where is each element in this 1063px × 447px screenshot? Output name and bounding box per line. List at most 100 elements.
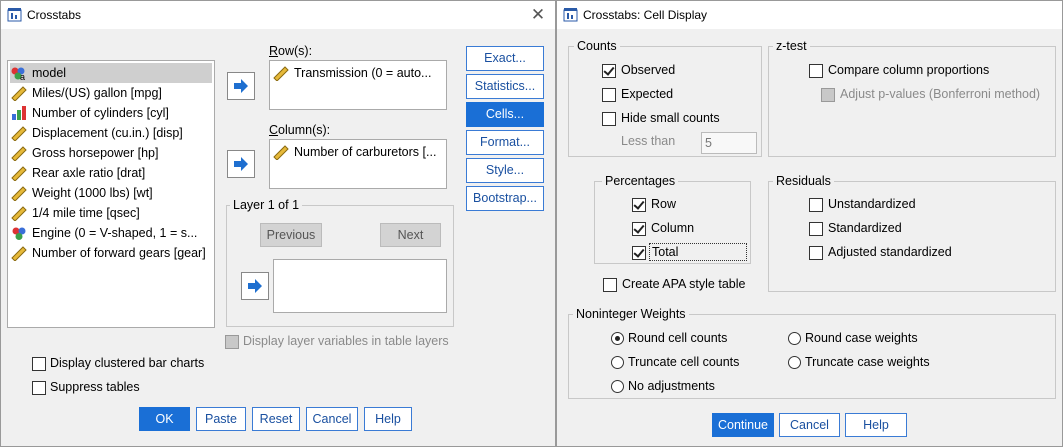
- scale-ruler-icon: [11, 166, 27, 181]
- display-layer-checkbox[interactable]: [225, 335, 239, 349]
- list-item[interactable]: Transmission (0 = auto...: [272, 63, 444, 83]
- adjusted-standardized-checkbox[interactable]: [809, 246, 823, 260]
- residuals-label: Residuals: [773, 174, 834, 188]
- suppress-tables-checkbox[interactable]: [32, 381, 46, 395]
- ztest-label: z-test: [773, 39, 810, 53]
- move-to-rows-button[interactable]: [227, 72, 255, 100]
- format-button[interactable]: Format...: [466, 130, 544, 155]
- scale-ruler-icon: [273, 66, 289, 81]
- bootstrap-button[interactable]: Bootstrap...: [466, 186, 544, 211]
- variable-list[interactable]: a model Miles/(US) gallon [mpg] Number of c…: [7, 60, 215, 328]
- next-button[interactable]: Next: [380, 223, 441, 247]
- style-button[interactable]: Style...: [466, 158, 544, 183]
- variable-item[interactable]: 1/4 mile time [qsec]: [10, 203, 212, 223]
- row-label: Row: [651, 197, 677, 211]
- layer-label: Layer 1 of 1: [230, 198, 303, 212]
- adjust-pvalues-checkbox[interactable]: [821, 88, 835, 102]
- cell-display-title: Crosstabs: Cell Display: [583, 8, 708, 22]
- standardized-label: Standardized: [828, 221, 902, 235]
- columns-list[interactable]: Number of carburetors [...: [269, 139, 447, 189]
- scale-ruler-icon: [11, 126, 27, 141]
- truncate-case-weights-radio[interactable]: [788, 356, 801, 369]
- truncate-case-weights-label: Truncate case weights: [805, 355, 930, 369]
- crosstabs-title: Crosstabs: [27, 8, 82, 22]
- variable-item-label: model: [32, 66, 67, 80]
- crosstabs-dialog: Crosstabs ✕ a model Miles/(US) gallon [mpg…: [0, 0, 556, 447]
- rows-value: Transmission (0 = auto...: [294, 66, 432, 80]
- less-than-label: Less than: [621, 134, 676, 148]
- variable-item[interactable]: Number of forward gears [gear]: [10, 243, 212, 263]
- arrow-right-icon: [234, 157, 248, 171]
- cancel-button[interactable]: Cancel: [779, 413, 840, 437]
- adjusted-standardized-label: Adjusted standardized: [828, 245, 952, 259]
- apa-style-label: Create APA style table: [622, 277, 746, 291]
- variable-item-label: Number of cylinders [cyl]: [32, 106, 169, 120]
- standardized-checkbox[interactable]: [809, 222, 823, 236]
- scale-ruler-icon: [273, 145, 289, 160]
- rows-list[interactable]: Transmission (0 = auto...: [269, 60, 447, 110]
- continue-button[interactable]: Continue: [712, 413, 774, 437]
- percentages-label: Percentages: [602, 174, 679, 188]
- variable-item-label: Miles/(US) gallon [mpg]: [32, 86, 162, 100]
- column-checkbox[interactable]: [632, 222, 646, 236]
- spss-app-icon: [7, 8, 22, 22]
- display-clustered-checkbox[interactable]: [32, 357, 46, 371]
- variable-item-label: 1/4 mile time [qsec]: [32, 206, 140, 220]
- reset-button[interactable]: Reset: [252, 407, 300, 431]
- paste-button[interactable]: Paste: [196, 407, 246, 431]
- help-button[interactable]: Help: [364, 407, 412, 431]
- expected-label: Expected: [621, 87, 674, 101]
- scale-ruler-icon: [11, 86, 27, 101]
- row-checkbox[interactable]: [632, 198, 646, 212]
- ok-button[interactable]: OK: [139, 407, 190, 431]
- variable-item[interactable]: Engine (0 = V-shaped, 1 = s...: [10, 223, 212, 243]
- scale-ruler-icon: [11, 146, 27, 161]
- apa-style-checkbox[interactable]: [603, 278, 617, 292]
- previous-button[interactable]: Previous: [260, 223, 322, 247]
- layer-list[interactable]: [273, 259, 447, 313]
- no-adjustments-label: No adjustments: [628, 379, 715, 393]
- total-checkbox[interactable]: [632, 246, 646, 260]
- expected-checkbox[interactable]: [602, 88, 616, 102]
- variable-item[interactable]: Rear axle ratio [drat]: [10, 163, 212, 183]
- unstandardized-checkbox[interactable]: [809, 198, 823, 212]
- variable-item[interactable]: a model: [10, 63, 212, 83]
- variable-item[interactable]: Displacement (cu.in.) [disp]: [10, 123, 212, 143]
- compare-proportions-checkbox[interactable]: [809, 64, 823, 78]
- statistics-button[interactable]: Statistics...: [466, 74, 544, 99]
- variable-item[interactable]: Number of cylinders [cyl]: [10, 103, 212, 123]
- variable-item[interactable]: Weight (1000 lbs) [wt]: [10, 183, 212, 203]
- counts-label: Counts: [574, 39, 620, 53]
- round-cell-counts-radio[interactable]: [611, 332, 624, 345]
- round-case-weights-radio[interactable]: [788, 332, 801, 345]
- nominal-string-icon: a: [11, 67, 25, 81]
- no-adjustments-radio[interactable]: [611, 380, 624, 393]
- scale-ruler-icon: [11, 206, 27, 221]
- help-button[interactable]: Help: [845, 413, 907, 437]
- columns-label: Column(s):: [269, 123, 331, 137]
- variable-item[interactable]: Gross horsepower [hp]: [10, 143, 212, 163]
- close-icon[interactable]: ✕: [527, 4, 549, 26]
- observed-label: Observed: [621, 63, 676, 77]
- cancel-button[interactable]: Cancel: [306, 407, 358, 431]
- display-clustered-label: Display clustered bar charts: [50, 356, 205, 370]
- less-than-input[interactable]: 5: [701, 132, 757, 154]
- move-to-layer-button[interactable]: [241, 272, 269, 300]
- ordinal-bar-icon: [12, 106, 26, 120]
- cells-button[interactable]: Cells...: [466, 102, 544, 127]
- move-to-columns-button[interactable]: [227, 150, 255, 178]
- svg-text:a: a: [20, 72, 25, 81]
- variable-item-label: Weight (1000 lbs) [wt]: [32, 186, 153, 200]
- truncate-cell-counts-radio[interactable]: [611, 356, 624, 369]
- scale-ruler-icon: [11, 186, 27, 201]
- display-layer-label: Display layer variables in table layers: [243, 334, 449, 348]
- observed-checkbox[interactable]: [602, 64, 616, 78]
- exact-button[interactable]: Exact...: [466, 46, 544, 71]
- hide-small-checkbox[interactable]: [602, 112, 616, 126]
- spss-app-icon: [563, 8, 578, 22]
- truncate-cell-counts-label: Truncate cell counts: [628, 355, 740, 369]
- list-item[interactable]: Number of carburetors [...: [272, 142, 444, 162]
- hide-small-label: Hide small counts: [621, 111, 720, 125]
- variable-item[interactable]: Miles/(US) gallon [mpg]: [10, 83, 212, 103]
- arrow-right-icon: [234, 79, 248, 93]
